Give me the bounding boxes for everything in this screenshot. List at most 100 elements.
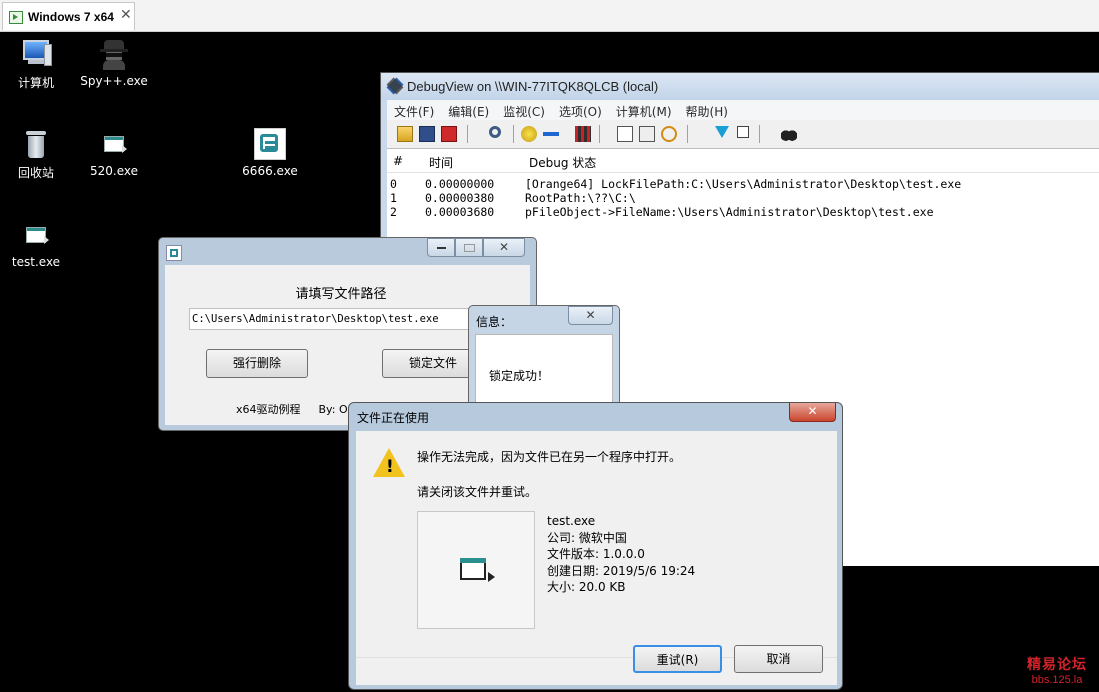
desktop-icon-recycle-bin[interactable]: 回收站 xyxy=(0,128,74,181)
log-num: 0 xyxy=(390,177,397,191)
tool-app-icon xyxy=(166,245,182,261)
binoculars-icon[interactable] xyxy=(781,126,797,142)
debugview-toolbar xyxy=(387,120,1099,149)
file-details: test.exe 公司: 微软中国 文件版本: 1.0.0.0 创建日期: 20… xyxy=(547,513,695,596)
file-created: 创建日期: 2019/5/6 19:24 xyxy=(547,563,696,578)
close-icon: ✕ xyxy=(585,308,596,322)
exe-icon xyxy=(98,128,130,160)
cancel-button[interactable]: 取消 xyxy=(734,645,823,673)
desktop-icon-520[interactable]: 520.exe xyxy=(76,128,152,178)
path-input[interactable]: C:\Users\Administrator\Desktop\test.exe xyxy=(189,308,474,330)
force-delete-button[interactable]: 强行删除 xyxy=(206,349,308,378)
exe-icon xyxy=(20,219,52,251)
capture-kernel-icon[interactable] xyxy=(575,126,591,142)
column-num[interactable]: # xyxy=(393,154,403,168)
toolbar-separator xyxy=(759,125,760,143)
desktop-icon-label: test.exe xyxy=(11,255,61,269)
log-num: 2 xyxy=(390,205,397,219)
log-msg: [Orange64] LockFilePath:C:\Users\Adminis… xyxy=(525,177,962,191)
exe-icon xyxy=(460,558,495,582)
menu-capture[interactable]: 监视(C) xyxy=(496,100,552,120)
log-time: 0.00000380 xyxy=(425,191,495,205)
vm-tab-close-icon[interactable]: ✕ xyxy=(120,7,132,23)
footer-caption: x64驱动例程 xyxy=(236,403,301,416)
debugview-menubar: 文件(F) 编辑(E) 监视(C) 选项(O) 计算机(M) 帮助(H) xyxy=(387,100,1099,120)
spy-icon xyxy=(98,38,130,70)
watermark-line1: 精易论坛 xyxy=(1027,656,1087,672)
desktop-icon-label: 计算机 xyxy=(17,76,54,90)
desktop-icon-spy[interactable]: Spy++.exe xyxy=(76,38,152,88)
file-in-use-dialog: 文件正在使用 ✕ ! 操作无法完成，因为文件已在另一个程序中打开。 请关闭该文件… xyxy=(348,402,843,690)
log-msg: pFileObject->FileName:\Users\Administrat… xyxy=(525,205,934,219)
capture-icon[interactable] xyxy=(521,126,537,142)
filter-icon[interactable] xyxy=(715,126,729,138)
dialog-title: 文件正在使用 xyxy=(357,411,430,425)
toolbar-separator xyxy=(599,125,600,143)
log-header: # 时间 Debug 状态 xyxy=(387,149,1099,173)
vm-tab[interactable]: Windows 7 x64 ✕ xyxy=(2,2,135,30)
menu-help[interactable]: 帮助(H) xyxy=(679,100,735,120)
log-msg: RootPath:\??\C:\ xyxy=(525,191,636,205)
desktop-icon-6666[interactable]: 6666.exe xyxy=(232,128,308,178)
tool-footer: x64驱动例程 By: O xyxy=(236,401,348,417)
close-button[interactable]: ✕ xyxy=(483,238,525,257)
close-icon: ✕ xyxy=(498,240,510,254)
column-time[interactable]: 时间 xyxy=(429,154,453,171)
vm-tab-strip: Windows 7 x64 ✕ xyxy=(0,0,1099,32)
watermark-line2: bbs.125.la xyxy=(1031,674,1083,686)
autoscroll-arrow-icon[interactable] xyxy=(543,132,559,136)
menu-file[interactable]: 文件(F) xyxy=(387,100,441,120)
desktop-icon-computer[interactable]: 计算机 xyxy=(0,38,74,91)
log-num: 1 xyxy=(390,191,397,205)
debugview-app-icon xyxy=(388,79,402,93)
close-icon[interactable]: ✕ xyxy=(789,403,836,422)
open-folder-icon[interactable] xyxy=(397,126,413,142)
error-message: 操作无法完成，因为文件已在另一个程序中打开。 xyxy=(417,450,682,464)
recycle-bin-icon xyxy=(20,128,52,160)
vm-tab-title: Windows 7 x64 xyxy=(28,10,114,24)
retry-button[interactable]: 重试(R) xyxy=(633,645,722,673)
app-icon xyxy=(254,128,286,160)
desktop-icon-label: 520.exe xyxy=(89,164,138,178)
toolbar-separator xyxy=(467,125,468,143)
file-version: 文件版本: 1.0.0.0 xyxy=(547,547,645,561)
menu-options[interactable]: 选项(O) xyxy=(552,100,609,120)
log-row[interactable]: 2 0.00003680 pFileObject->FileName:\User… xyxy=(387,205,1099,219)
clear-display-icon[interactable] xyxy=(441,126,457,142)
desktop-icon-label: Spy++.exe xyxy=(80,74,148,88)
history-icon[interactable] xyxy=(639,126,655,142)
log-row[interactable]: 1 0.00000380 RootPath:\??\C:\ xyxy=(387,191,1099,205)
menu-computer[interactable]: 计算机(M) xyxy=(609,100,679,120)
menu-edit[interactable]: 编辑(E) xyxy=(441,100,496,120)
dialog-body: ! 操作无法完成，因为文件已在另一个程序中打开。 请关闭该文件并重试。 test… xyxy=(356,431,837,657)
desktop-icon-test[interactable]: test.exe xyxy=(0,219,74,269)
file-name: test.exe xyxy=(547,514,596,528)
computer-icon xyxy=(20,38,52,70)
edit-filter-icon[interactable] xyxy=(617,126,633,142)
info-message: 锁定成功！ xyxy=(489,369,550,383)
file-company: 公司: 微软中国 xyxy=(547,530,627,545)
clock-icon[interactable] xyxy=(661,126,677,142)
log-time: 0.00003680 xyxy=(425,205,495,219)
highlight-icon[interactable] xyxy=(737,126,749,138)
debugview-titlebar[interactable]: DebugView on \\WIN-77ITQK8QLCB (local) xyxy=(381,73,1099,100)
find-icon[interactable] xyxy=(489,126,501,138)
maximize-button[interactable] xyxy=(455,238,483,257)
vm-icon xyxy=(9,11,23,24)
debugview-title: DebugView on \\WIN-77ITQK8QLCB (local) xyxy=(407,79,659,94)
instruction-message: 请关闭该文件并重试。 xyxy=(417,485,538,499)
maximize-icon xyxy=(463,244,475,252)
path-prompt: 请填写文件路径 xyxy=(295,287,387,302)
file-preview xyxy=(417,511,535,629)
log-time: 0.00000000 xyxy=(425,177,495,191)
toolbar-separator xyxy=(687,125,688,143)
info-close-button[interactable]: ✕ xyxy=(568,306,613,325)
minimize-button[interactable] xyxy=(427,238,455,257)
column-debug[interactable]: Debug 状态 xyxy=(529,154,596,171)
forum-watermark: 精易论坛 bbs.125.la xyxy=(1027,654,1087,686)
save-icon[interactable] xyxy=(419,126,435,142)
minimize-icon xyxy=(436,247,446,249)
footer-author: By: O xyxy=(318,403,348,416)
log-row[interactable]: 0 0.00000000 [Orange64] LockFilePath:C:\… xyxy=(387,177,1099,191)
warning-mark: ! xyxy=(386,457,394,477)
